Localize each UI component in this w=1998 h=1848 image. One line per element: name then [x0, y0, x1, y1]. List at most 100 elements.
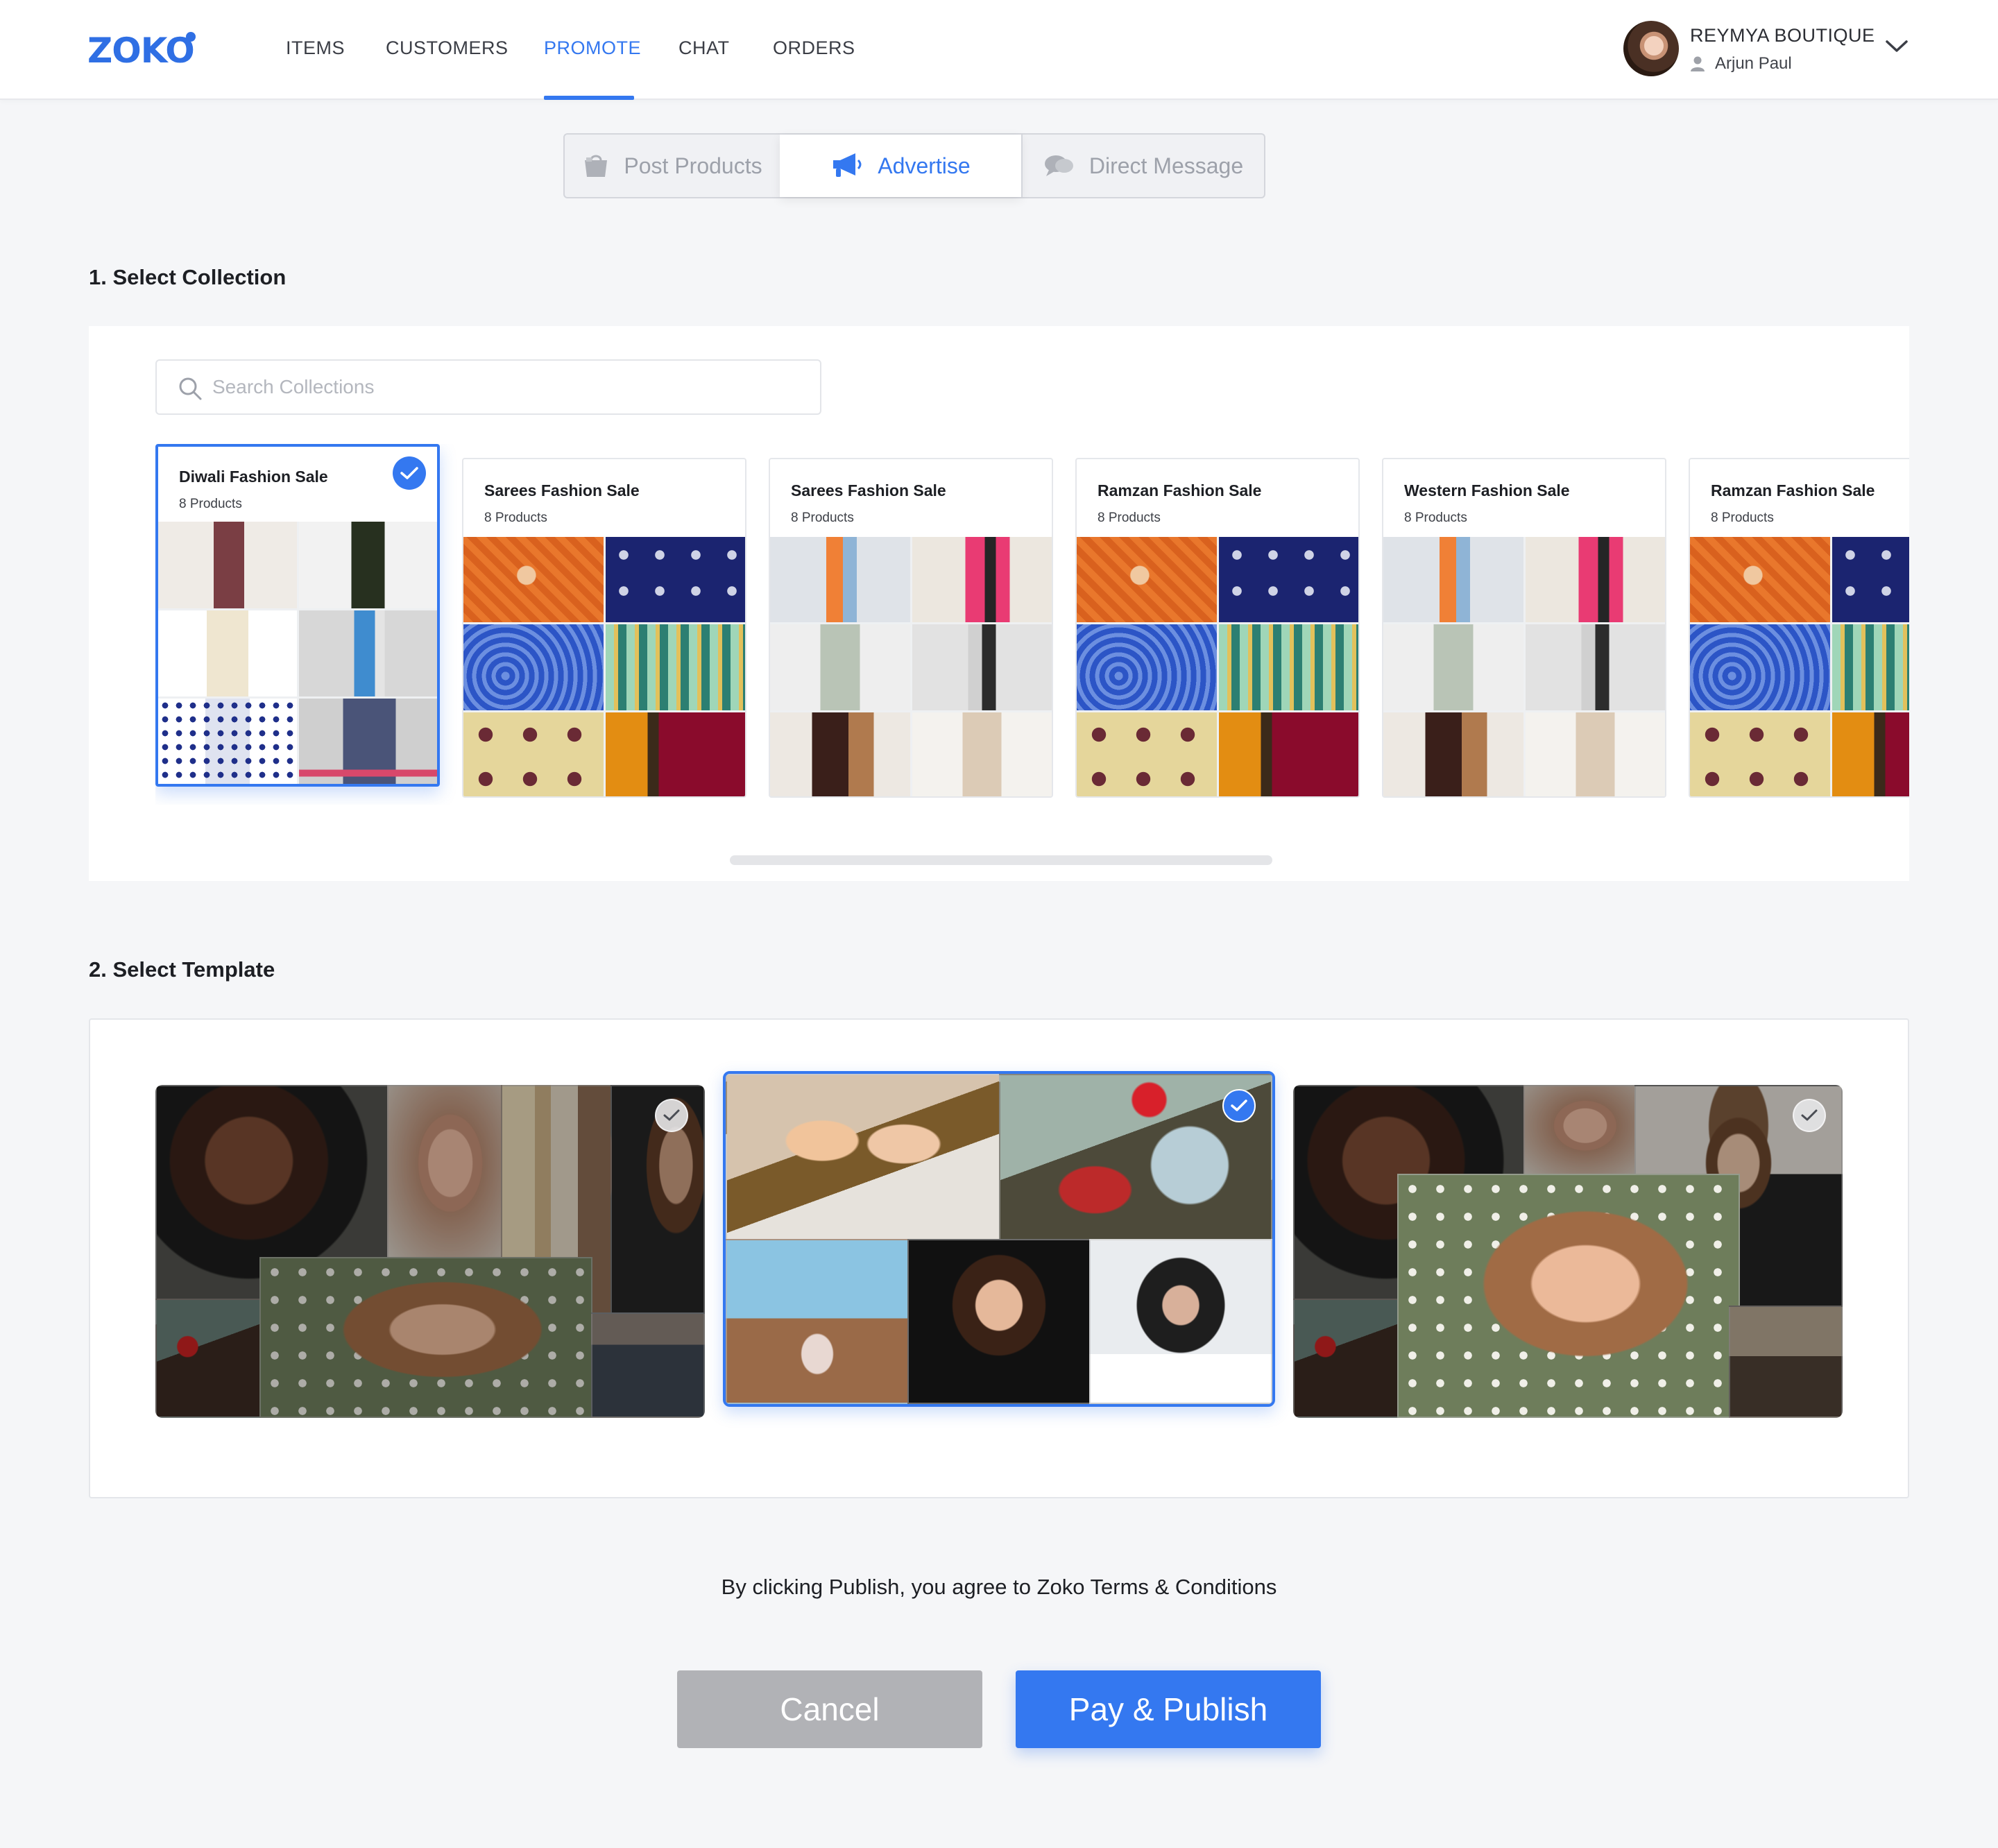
collection-card-ramzan-1[interactable]: Ramzan Fashion Sale 8 Products — [1075, 458, 1360, 798]
template-photo — [1523, 1085, 1636, 1175]
tab-post-products-label: Post Products — [624, 153, 762, 178]
collection-name: Ramzan Fashion Sale — [1098, 481, 1262, 499]
product-thumbnail — [1218, 624, 1358, 710]
collection-product-count: 8 Products — [1404, 511, 1467, 525]
template-option-3[interactable] — [1293, 1085, 1843, 1418]
collection-card-sarees-1[interactable]: Sarees Fashion Sale 8 Products — [462, 458, 746, 798]
template-photo — [591, 1312, 705, 1418]
product-thumbnail — [1525, 712, 1665, 796]
template-photo — [1089, 1239, 1272, 1404]
template-photo — [726, 1074, 1000, 1240]
avatar — [1623, 21, 1679, 76]
search-box[interactable] — [155, 359, 821, 415]
collection-thumbnails — [1383, 537, 1665, 796]
product-thumbnail — [1077, 537, 1217, 623]
collection-panel: Diwali Fashion Sale 8 Products Sarees Fa… — [89, 326, 1909, 881]
product-thumbnail — [158, 699, 297, 784]
collection-card-sarees-2[interactable]: Sarees Fashion Sale 8 Products — [769, 458, 1053, 798]
product-thumbnail — [1525, 537, 1665, 623]
product-thumbnail — [1218, 712, 1358, 796]
template-photo — [155, 1299, 261, 1418]
chevron-down-icon[interactable] — [1884, 37, 1909, 54]
selected-check-icon — [393, 456, 426, 490]
tab-advertise-label: Advertise — [878, 153, 971, 178]
search-icon — [179, 377, 202, 400]
pay-and-publish-button[interactable]: Pay & Publish — [1016, 1670, 1321, 1748]
product-thumbnail — [770, 712, 910, 796]
shop-name: REYMYA BOUTIQUE — [1690, 25, 1875, 46]
product-thumbnail — [1690, 712, 1830, 796]
logo-dot — [186, 32, 196, 42]
collection-product-count: 8 Products — [179, 497, 242, 511]
collection-card-diwali[interactable]: Diwali Fashion Sale 8 Products — [155, 444, 440, 787]
template-photo — [387, 1085, 502, 1258]
collection-name: Sarees Fashion Sale — [484, 481, 640, 499]
tab-direct-message[interactable]: Direct Message — [1021, 135, 1264, 197]
product-thumbnail — [1383, 712, 1523, 796]
product-thumbnail — [298, 610, 437, 697]
template-panel — [89, 1018, 1909, 1498]
select-template-heading: 2. Select Template — [89, 957, 275, 982]
product-thumbnail — [158, 522, 297, 608]
product-thumbnail — [463, 537, 604, 623]
product-thumbnail — [912, 624, 1052, 710]
tab-direct-message-label: Direct Message — [1088, 153, 1244, 178]
product-thumbnail — [770, 624, 910, 710]
collection-thumbnails — [1690, 537, 1909, 796]
template-option-2[interactable] — [723, 1071, 1275, 1407]
nav-chat[interactable]: CHAT — [678, 37, 730, 59]
user-name: Arjun Paul — [1715, 54, 1792, 73]
collection-thumbnails — [158, 522, 437, 784]
product-thumbnail — [605, 712, 745, 796]
product-thumbnail — [1690, 624, 1830, 710]
template-option-1[interactable] — [155, 1085, 705, 1418]
cancel-button[interactable]: Cancel — [677, 1670, 982, 1748]
product-thumbnail — [1218, 537, 1358, 623]
collection-thumbnails — [1077, 537, 1358, 796]
nav-promote[interactable]: PROMOTE — [544, 37, 641, 59]
user-icon — [1691, 56, 1705, 71]
template-photo — [726, 1239, 909, 1404]
search-collections-input[interactable] — [212, 370, 795, 404]
nav-orders[interactable]: ORDERS — [773, 37, 855, 59]
product-thumbnail — [605, 624, 745, 710]
collection-card-ramzan-2[interactable]: Ramzan Fashion Sale 8 Products — [1689, 458, 1909, 798]
collection-name: Diwali Fashion Sale — [179, 468, 328, 486]
template-photo — [1397, 1174, 1740, 1418]
product-thumbnail — [1077, 624, 1217, 710]
megaphone-icon — [833, 153, 862, 177]
chat-bubbles-icon — [1044, 155, 1073, 176]
collection-card-western[interactable]: Western Fashion Sale 8 Products — [1382, 458, 1666, 798]
product-thumbnail — [463, 712, 604, 796]
nav-items[interactable]: ITEMS — [286, 37, 345, 59]
account-menu[interactable]: REYMYA BOUTIQUE Arjun Paul — [1623, 21, 1915, 80]
collection-thumbnails — [770, 537, 1052, 796]
collection-product-count: 8 Products — [484, 511, 547, 525]
product-thumbnail — [1832, 537, 1909, 623]
product-thumbnail — [1525, 624, 1665, 710]
collection-carousel[interactable]: Diwali Fashion Sale 8 Products Sarees Fa… — [155, 444, 1909, 805]
zoko-logo[interactable]: ZOKO — [87, 31, 195, 71]
collection-name: Western Fashion Sale — [1404, 481, 1570, 499]
active-nav-indicator — [544, 96, 634, 100]
top-navigation-bar: ZOKO ITEMS CUSTOMERS PROMOTE CHAT ORDERS… — [0, 0, 1998, 100]
tab-advertise[interactable]: Advertise — [780, 135, 1021, 197]
terms-notice: By clicking Publish, you agree to Zoko T… — [721, 1575, 1277, 1599]
collection-name: Ramzan Fashion Sale — [1711, 481, 1875, 499]
template-photo — [1729, 1306, 1843, 1418]
product-thumbnail — [1690, 537, 1830, 623]
unselected-check-icon — [1793, 1099, 1826, 1132]
unselected-check-icon — [655, 1099, 688, 1132]
product-thumbnail — [1383, 624, 1523, 710]
promote-mode-tabs: Post Products Advertise Direct Message — [563, 133, 1265, 198]
product-thumbnail — [1077, 712, 1217, 796]
collection-product-count: 8 Products — [791, 511, 854, 525]
tab-post-products[interactable]: Post Products — [565, 135, 780, 197]
template-photo — [1293, 1299, 1399, 1418]
product-thumbnail — [158, 610, 297, 697]
product-thumbnail — [770, 537, 910, 623]
product-thumbnail — [912, 712, 1052, 796]
collection-name: Sarees Fashion Sale — [791, 481, 946, 499]
carousel-scrollbar[interactable] — [730, 855, 1272, 865]
nav-customers[interactable]: CUSTOMERS — [386, 37, 509, 59]
